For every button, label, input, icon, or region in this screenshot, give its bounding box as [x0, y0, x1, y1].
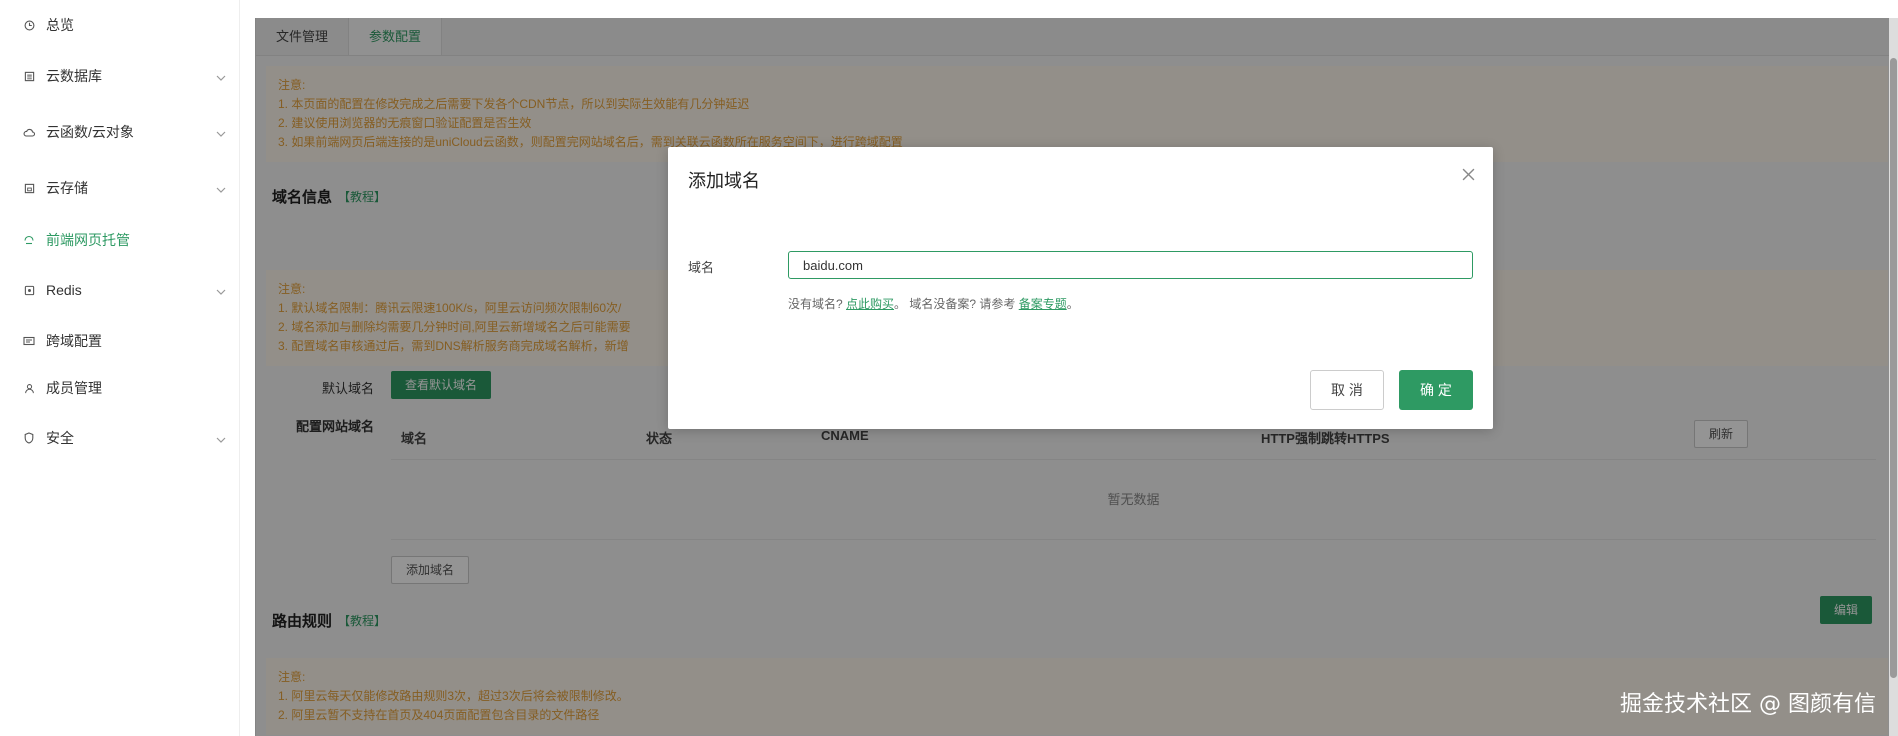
- sidebar-item-overview[interactable]: 总览: [0, 3, 240, 47]
- sidebar-item-label: Redis: [46, 282, 82, 298]
- sidebar-item-cors[interactable]: 跨域配置: [0, 319, 240, 363]
- dialog-help-text: 没有域名? 点此购买。 域名没备案? 请参考 备案专题。: [788, 295, 1079, 312]
- help-prefix: 没有域名?: [788, 297, 847, 311]
- dialog-title: 添加域名: [688, 171, 760, 191]
- help-middle: 。 域名没备案? 请参考: [894, 297, 1019, 311]
- user-icon: [22, 381, 36, 395]
- sidebar-item-security[interactable]: 安全: [0, 416, 240, 460]
- scrollbar[interactable]: [1889, 18, 1898, 736]
- web-hosting-icon: [22, 233, 36, 247]
- chevron-down-icon: [216, 430, 226, 446]
- shield-icon: [22, 431, 36, 445]
- sidebar-item-label: 总览: [46, 17, 74, 33]
- sidebar-item-label: 云函数/云对象: [46, 124, 134, 140]
- sidebar-item-label: 成员管理: [46, 380, 102, 396]
- filing-topic-link[interactable]: 备案专题: [1019, 297, 1067, 311]
- chevron-down-icon: [216, 68, 226, 84]
- sidebar-item-cloud-functions[interactable]: 云函数/云对象: [0, 110, 240, 154]
- sidebar-item-label: 前端网页托管: [46, 232, 130, 248]
- domain-input[interactable]: [788, 251, 1473, 279]
- sidebar-item-members[interactable]: 成员管理: [0, 366, 240, 410]
- sidebar-item-label: 云存储: [46, 180, 88, 196]
- sidebar-item-label: 云数据库: [46, 68, 102, 84]
- chevron-down-icon: [216, 180, 226, 196]
- buy-domain-link[interactable]: 点此购买: [846, 297, 894, 311]
- scrollbar-thumb[interactable]: [1890, 58, 1897, 678]
- sidebar-item-redis[interactable]: Redis: [0, 268, 240, 312]
- close-icon[interactable]: [1462, 165, 1475, 186]
- add-domain-dialog: 添加域名 域名 没有域名? 点此购买。 域名没备案? 请参考 备案专题。 取 消…: [668, 147, 1493, 429]
- storage-icon: [22, 181, 36, 195]
- confirm-button[interactable]: 确 定: [1399, 370, 1473, 410]
- domain-field-label: 域名: [688, 260, 715, 275]
- cancel-button[interactable]: 取 消: [1310, 370, 1384, 410]
- chevron-down-icon: [216, 282, 226, 298]
- chevron-down-icon: [216, 124, 226, 140]
- database-icon: [22, 69, 36, 83]
- sidebar-item-label: 跨域配置: [46, 333, 102, 349]
- sidebar-item-storage[interactable]: 云存储: [0, 166, 240, 210]
- sidebar-item-web-hosting[interactable]: 前端网页托管: [0, 218, 240, 262]
- help-suffix: 。: [1066, 297, 1079, 311]
- sidebar-item-database[interactable]: 云数据库: [0, 54, 240, 98]
- cors-icon: [22, 334, 36, 348]
- clock-icon: [22, 18, 36, 32]
- cloud-icon: [22, 125, 36, 139]
- sidebar-item-label: 安全: [46, 430, 74, 446]
- watermark: 掘金技术社区 @ 图颜有信: [1620, 692, 1876, 717]
- sidebar: 总览 云数据库 云函数/云对象 云存储 前端网页托管 Redis 跨域配置 成员…: [0, 0, 240, 736]
- redis-icon: [22, 283, 36, 297]
